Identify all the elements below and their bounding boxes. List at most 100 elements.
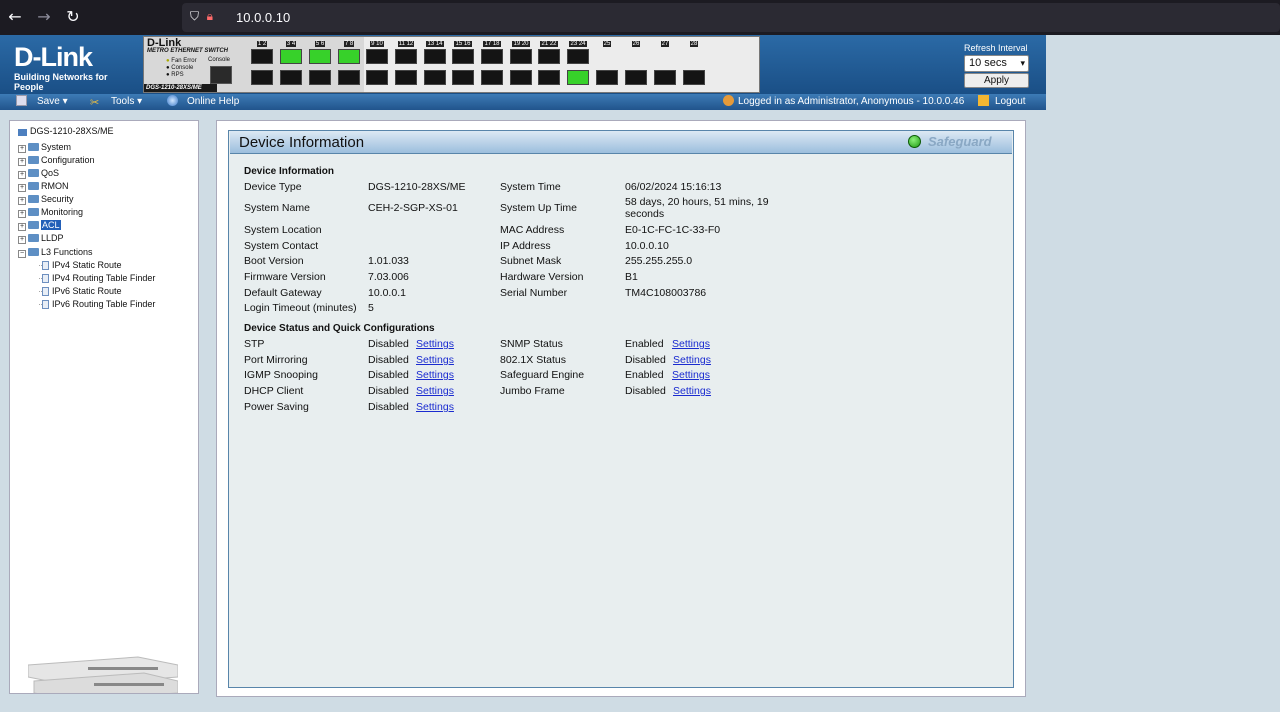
port-19-icon[interactable] <box>510 49 532 64</box>
tree-item-label: ACL <box>41 220 61 230</box>
port-label: 9 10 <box>370 41 384 47</box>
port-12-icon[interactable] <box>395 70 417 85</box>
port-5-icon[interactable] <box>309 49 331 64</box>
folder-icon <box>28 182 39 190</box>
port-26-icon[interactable] <box>625 70 647 85</box>
main-toolbar: Save ▾ ✂ Tools ▾ Online Help Logged in as… <box>0 94 1046 110</box>
tree-item-qos[interactable]: + QoS <box>18 168 59 179</box>
port-label: 3 4 <box>285 41 297 47</box>
device-info-heading: Device Information <box>244 166 335 177</box>
tree-item-lldp[interactable]: + LLDP <box>18 233 64 244</box>
expand-icon[interactable]: + <box>18 184 26 192</box>
info-value: 5 <box>368 302 374 314</box>
settings-link[interactable]: Settings <box>416 401 454 413</box>
port-1-icon[interactable] <box>251 49 273 64</box>
expand-icon[interactable]: + <box>18 223 26 231</box>
expand-icon[interactable]: + <box>18 145 26 153</box>
tree-item-l3-functions[interactable]: − L3 Functions <box>18 247 93 258</box>
forward-icon[interactable]: → <box>35 8 53 26</box>
tree-item-label: Security <box>41 194 74 204</box>
port-3-icon[interactable] <box>280 49 302 64</box>
url-text[interactable]: 10.0.0.10 <box>236 10 290 25</box>
tree-subitem-label: IPv4 Routing Table Finder <box>52 273 156 283</box>
reload-icon[interactable]: ↻ <box>64 8 82 26</box>
port-28-icon[interactable] <box>683 70 705 85</box>
port-18-icon[interactable] <box>481 70 503 85</box>
tree-subitem[interactable]: ·· IPv4 Static Route <box>38 260 122 271</box>
port-20-icon[interactable] <box>510 70 532 85</box>
info-label: Default Gateway <box>244 287 322 299</box>
collapse-icon[interactable]: − <box>18 250 26 258</box>
refresh-interval-select[interactable]: 10 secs ▾ <box>964 55 1029 72</box>
port-11-icon[interactable] <box>395 49 417 64</box>
tools-icon: ✂ <box>90 97 100 109</box>
settings-link[interactable]: Settings <box>416 338 454 350</box>
port-22-icon[interactable] <box>538 70 560 85</box>
port-6-icon[interactable] <box>309 70 331 85</box>
status-label: Jumbo Frame <box>500 385 565 397</box>
folder-icon <box>28 156 39 164</box>
port-7-icon[interactable] <box>338 49 360 64</box>
tree-item-system[interactable]: + System <box>18 142 71 153</box>
tree-item-rmon[interactable]: + RMON <box>18 181 69 192</box>
settings-link[interactable]: Settings <box>416 369 454 381</box>
save-menu[interactable]: Save ▾ <box>16 94 68 110</box>
tree-item-security[interactable]: + Security <box>18 194 74 205</box>
expand-icon[interactable]: + <box>18 210 26 218</box>
settings-link[interactable]: Settings <box>416 354 454 366</box>
port-9-icon[interactable] <box>366 49 388 64</box>
tools-menu[interactable]: ✂ Tools ▾ <box>90 94 142 110</box>
status-label: DHCP Client <box>244 385 304 397</box>
port-14-icon[interactable] <box>424 70 446 85</box>
port-label: 11 12 <box>397 41 415 47</box>
tree-subitem[interactable]: ·· IPv6 Static Route <box>38 286 122 297</box>
tree-item-label: LLDP <box>41 233 64 243</box>
expand-icon[interactable]: + <box>18 236 26 244</box>
port-15-icon[interactable] <box>452 49 474 64</box>
port-10-icon[interactable] <box>366 70 388 85</box>
status-label: Safeguard Engine <box>500 369 585 381</box>
address-bar[interactable] <box>182 3 1280 32</box>
status-label: STP <box>244 338 265 350</box>
globe-icon <box>167 95 178 106</box>
port-label: 7 8 <box>343 41 355 47</box>
status-label: SNMP Status <box>500 338 563 350</box>
security-icon[interactable]: ⛉ 🔒︎ <box>190 9 213 24</box>
settings-link[interactable]: Settings <box>416 385 454 397</box>
port-21-icon[interactable] <box>538 49 560 64</box>
expand-icon[interactable]: + <box>18 197 26 205</box>
expand-icon[interactable]: + <box>18 171 26 179</box>
settings-link[interactable]: Settings <box>673 385 711 397</box>
browser-toolbar: ← → ↻ ⛉ 🔒︎ 10.0.0.10 <box>0 0 1280 35</box>
tree-root[interactable]: DGS-1210-28XS/ME <box>18 126 114 137</box>
online-help-link[interactable]: Online Help <box>167 94 239 110</box>
logout-button[interactable]: Logout <box>978 94 1026 110</box>
port-24-icon[interactable] <box>567 70 589 85</box>
login-status: Logged in as Administrator, Anonymous - … <box>723 94 964 110</box>
tree-subitem[interactable]: ·· IPv6 Routing Table Finder <box>38 299 155 310</box>
back-icon[interactable]: ← <box>6 8 24 26</box>
port-17-icon[interactable] <box>481 49 503 64</box>
port-4-icon[interactable] <box>280 70 302 85</box>
settings-link[interactable]: Settings <box>673 354 711 366</box>
port-25-icon[interactable] <box>596 70 618 85</box>
port-label: 26 <box>631 41 641 47</box>
tree-item-configuration[interactable]: + Configuration <box>18 155 95 166</box>
port-16-icon[interactable] <box>452 70 474 85</box>
tree-item-label: Monitoring <box>41 207 84 217</box>
refresh-interval-label: Refresh Interval <box>964 43 1028 53</box>
port-label: 27 <box>660 41 670 47</box>
port-23-icon[interactable] <box>567 49 589 64</box>
expand-icon[interactable]: + <box>18 158 26 166</box>
tree-item-acl[interactable]: + ACL <box>18 220 61 231</box>
settings-link[interactable]: Settings <box>672 338 710 350</box>
settings-link[interactable]: Settings <box>672 369 710 381</box>
tree-subitem[interactable]: ·· IPv4 Routing Table Finder <box>38 273 155 284</box>
info-label: System Time <box>500 181 561 193</box>
port-2-icon[interactable] <box>251 70 273 85</box>
tree-item-monitoring[interactable]: + Monitoring <box>18 207 83 218</box>
port-27-icon[interactable] <box>654 70 676 85</box>
apply-button[interactable]: Apply <box>964 73 1029 88</box>
port-13-icon[interactable] <box>424 49 446 64</box>
port-8-icon[interactable] <box>338 70 360 85</box>
